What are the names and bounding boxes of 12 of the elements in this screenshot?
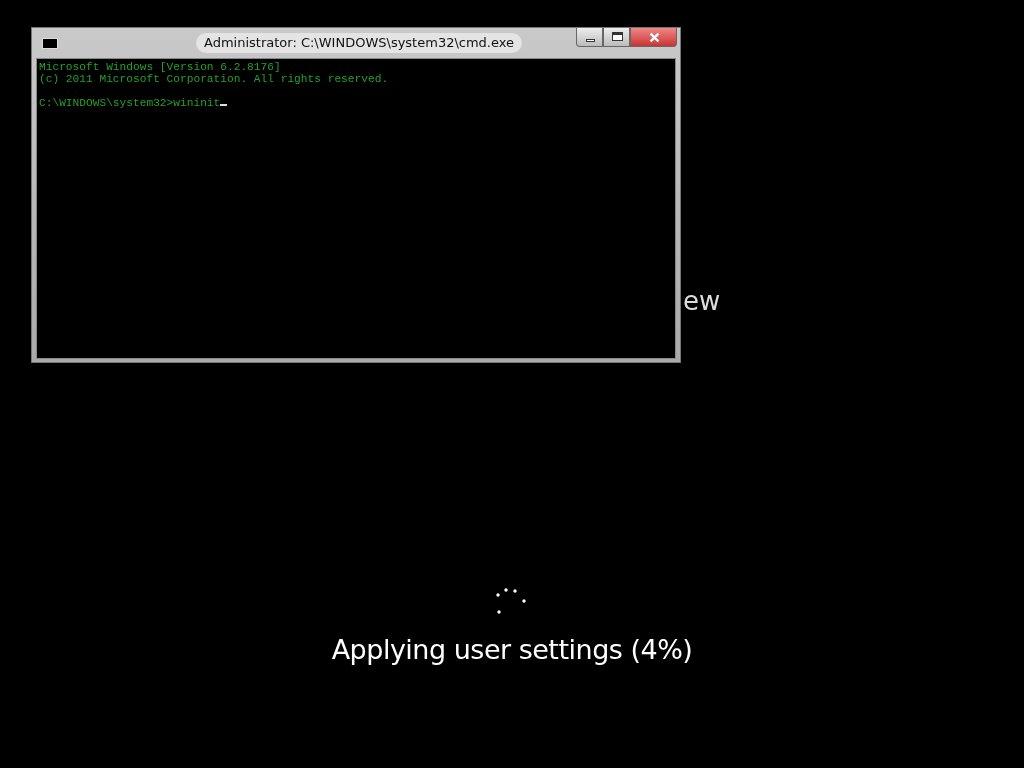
close-icon — [649, 32, 660, 43]
window-title: Administrator: C:\WINDOWS\system32\cmd.exe — [196, 33, 523, 53]
close-button[interactable] — [630, 28, 677, 47]
maximize-button[interactable] — [603, 28, 630, 47]
status-text: Applying user settings (4%) — [330, 633, 694, 667]
console-icon — [42, 38, 58, 49]
console-line: C:\WINDOWS\system32>wininit — [39, 97, 673, 109]
background-text: ew — [683, 285, 721, 318]
minimize-button[interactable] — [576, 28, 603, 47]
console-line: (c) 2011 Microsoft Corporation. All rights reserved. — [39, 73, 390, 85]
text-cursor — [220, 104, 228, 106]
console-line: Microsoft Windows [Version 6.2.8176] — [39, 61, 282, 73]
